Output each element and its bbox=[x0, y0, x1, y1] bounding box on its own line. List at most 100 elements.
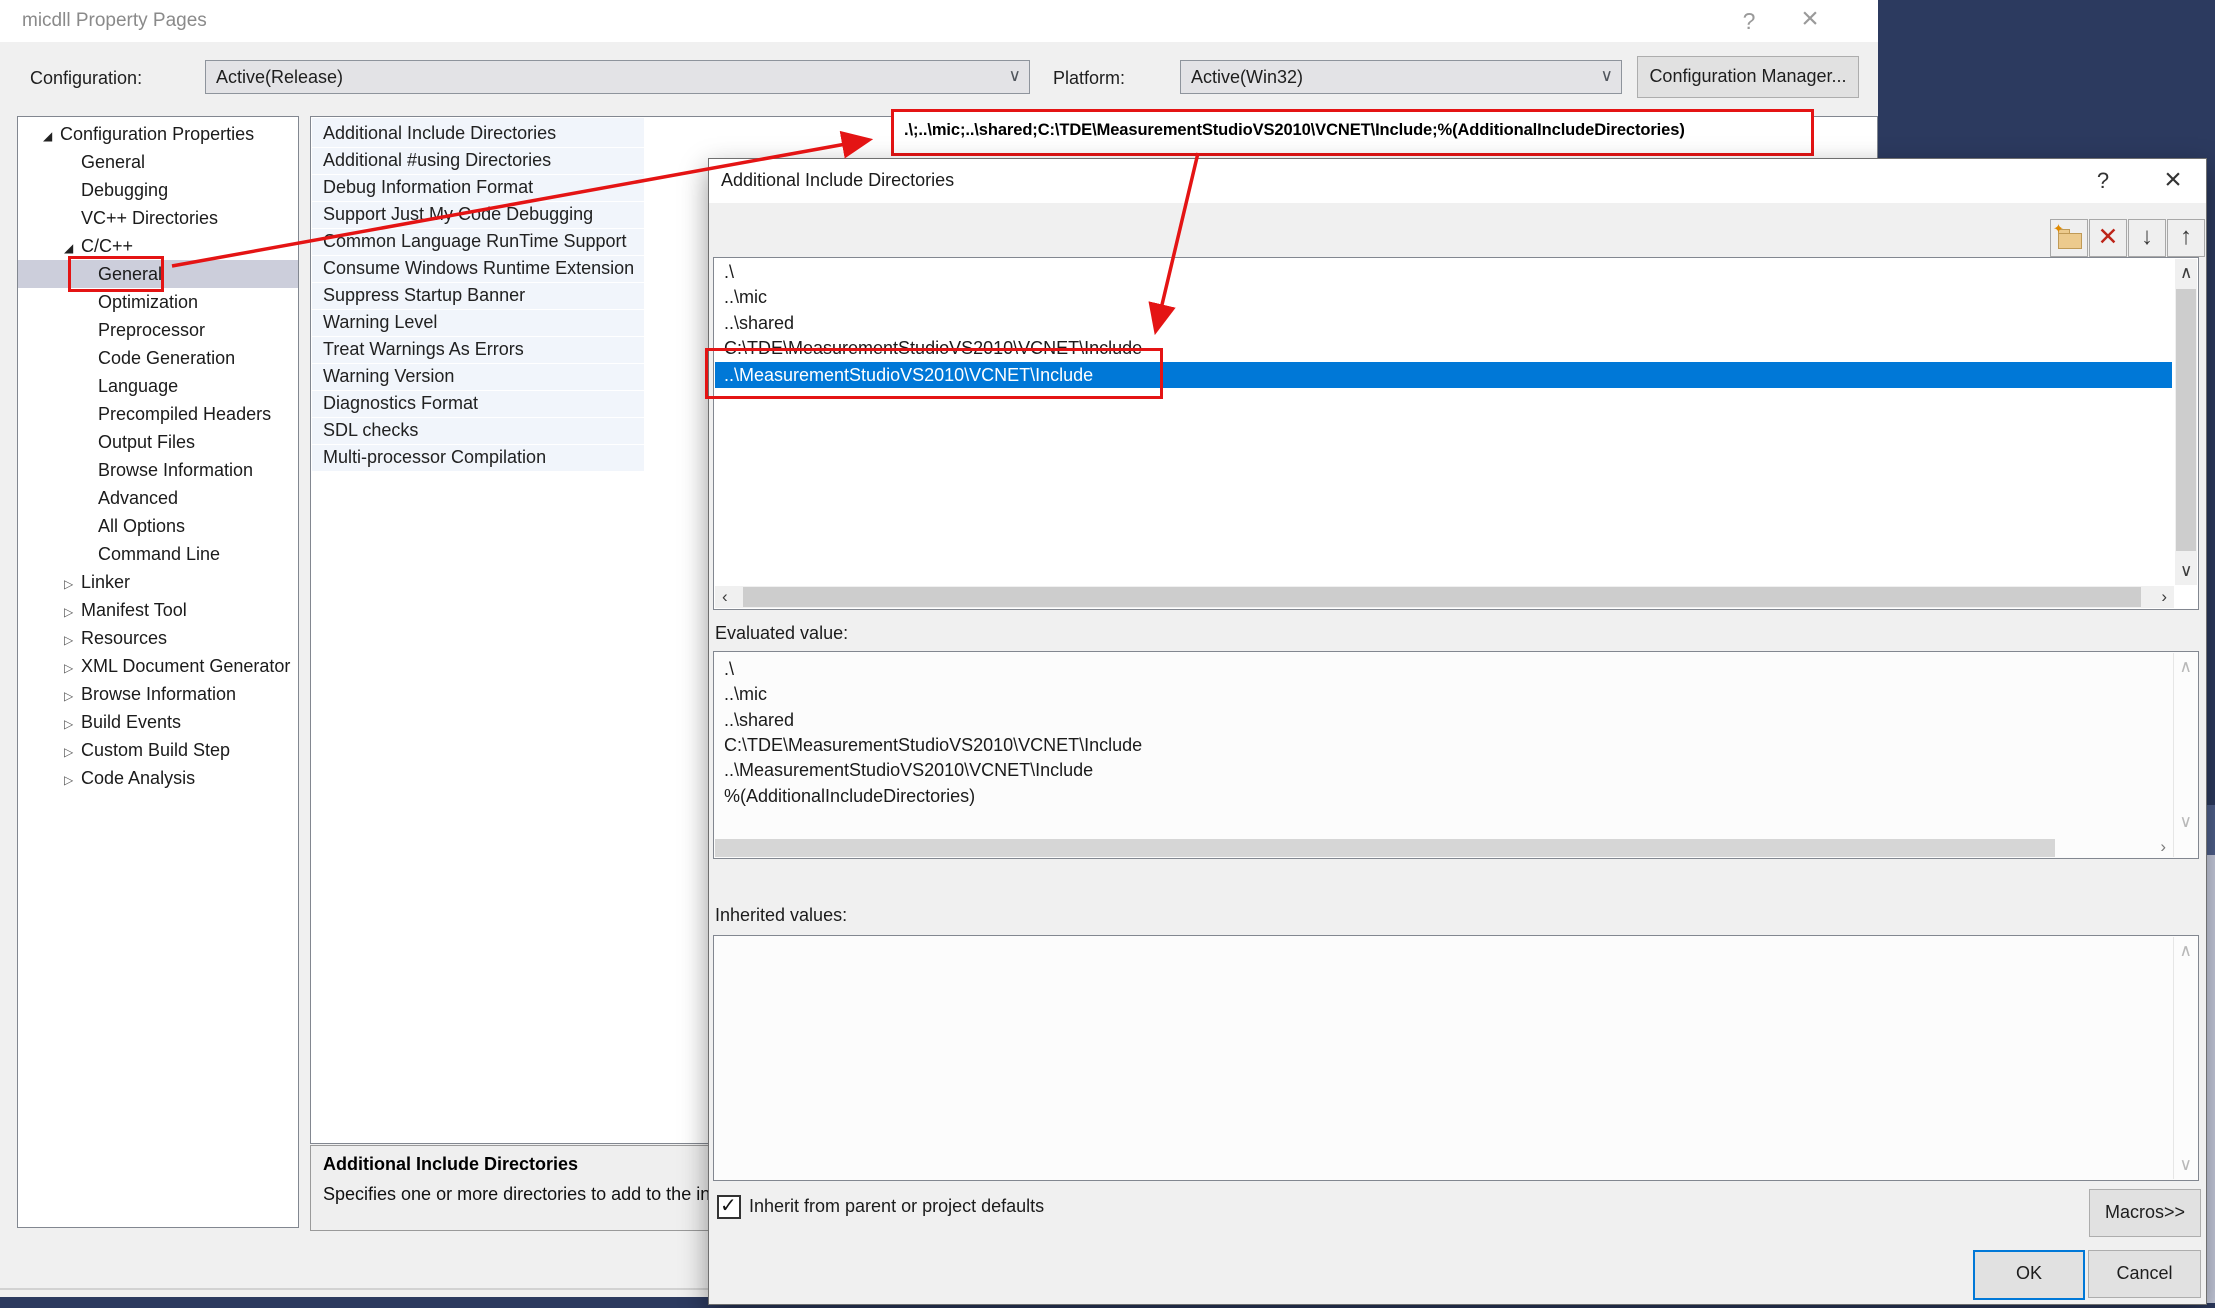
tree-item-general[interactable]: General bbox=[18, 148, 298, 176]
tree-expander-icon[interactable]: ◢ bbox=[64, 234, 81, 262]
scroll-down-icon[interactable]: ∨ bbox=[2180, 561, 2192, 581]
tree-item-xml-document-generator[interactable]: ▷XML Document Generator bbox=[18, 652, 298, 680]
close-icon[interactable]: × bbox=[1792, 2, 1828, 38]
list-item-selected[interactable]: ..\MeasurementStudioVS2010\VCNET\Include bbox=[715, 362, 2172, 388]
configuration-dropdown[interactable]: Active(Release) ∨ bbox=[205, 60, 1030, 94]
window-title: micdll Property Pages bbox=[22, 10, 207, 32]
platform-dropdown[interactable]: Active(Win32) ∨ bbox=[1180, 60, 1622, 94]
tree-item-label: Configuration Properties bbox=[60, 124, 254, 144]
tree-item-configuration-properties[interactable]: ◢Configuration Properties bbox=[18, 120, 298, 148]
tree-item-output-files[interactable]: Output Files bbox=[18, 428, 298, 456]
tree-item-debugging[interactable]: Debugging bbox=[18, 176, 298, 204]
tree-item-label: Custom Build Step bbox=[81, 740, 230, 760]
move-up-icon: ↑ bbox=[2180, 223, 2192, 250]
list-item[interactable]: C:\TDE\MeasurementStudioVS2010\VCNET\Inc… bbox=[724, 336, 1142, 361]
tree-item-precompiled-headers[interactable]: Precompiled Headers bbox=[18, 400, 298, 428]
configuration-label: Configuration: bbox=[30, 68, 142, 89]
macros-button[interactable]: Macros>> bbox=[2089, 1189, 2201, 1237]
tree-item-linker[interactable]: ▷Linker bbox=[18, 568, 298, 596]
tree-item-optimization[interactable]: Optimization bbox=[18, 288, 298, 316]
property-row[interactable]: Additional Include Directories bbox=[312, 120, 952, 148]
dialog-titlebar[interactable]: Additional Include Directories ? × bbox=[709, 159, 2206, 203]
tree-expander-icon[interactable]: ▷ bbox=[64, 654, 81, 682]
sparkle-icon: ✦ bbox=[2053, 221, 2064, 237]
tree-expander-icon[interactable]: ▷ bbox=[64, 570, 81, 598]
tree-item-advanced[interactable]: Advanced bbox=[18, 484, 298, 512]
tree-expander-icon[interactable]: ▷ bbox=[64, 766, 81, 794]
ide-backdrop-scrollbar bbox=[2206, 855, 2215, 1303]
tree-item-code-analysis[interactable]: ▷Code Analysis bbox=[18, 764, 298, 792]
tree-expander-icon[interactable]: ▷ bbox=[64, 710, 81, 738]
tree-item-resources[interactable]: ▷Resources bbox=[18, 624, 298, 652]
tree-item-browse-information[interactable]: Browse Information bbox=[18, 456, 298, 484]
window-titlebar[interactable]: micdll Property Pages ? × bbox=[0, 0, 1878, 42]
help-icon[interactable]: ? bbox=[1733, 5, 1765, 37]
property-name: Treat Warnings As Errors bbox=[323, 339, 524, 360]
tree-item-code-generation[interactable]: Code Generation bbox=[18, 344, 298, 372]
tree-item-custom-build-step[interactable]: ▷Custom Build Step bbox=[18, 736, 298, 764]
property-name: Diagnostics Format bbox=[323, 393, 478, 414]
ok-button[interactable]: OK bbox=[1973, 1250, 2085, 1300]
close-icon[interactable]: × bbox=[2155, 162, 2191, 200]
evaluated-line: %(AdditionalIncludeDirectories) bbox=[724, 784, 975, 809]
scroll-right-icon[interactable]: › bbox=[2161, 587, 2167, 607]
tree-expander-icon[interactable]: ◢ bbox=[43, 122, 60, 150]
tree-item-general[interactable]: General bbox=[18, 260, 298, 288]
move-down-button[interactable]: ↓ bbox=[2128, 219, 2166, 257]
list-item[interactable]: ..\mic bbox=[724, 285, 767, 310]
evaluated-line: ..\MeasurementStudioVS2010\VCNET\Include bbox=[724, 758, 1093, 783]
tree-item-preprocessor[interactable]: Preprocessor bbox=[18, 316, 298, 344]
tree-item-label: Advanced bbox=[98, 488, 178, 508]
evaluated-line: C:\TDE\MeasurementStudioVS2010\VCNET\Inc… bbox=[724, 733, 1142, 758]
additional-include-directories-dialog: Additional Include Directories ? × ✦ ✕ ↓… bbox=[708, 158, 2207, 1305]
list-item[interactable]: ..\shared bbox=[724, 311, 794, 336]
property-name: Warning Version bbox=[323, 366, 454, 387]
tree-expander-icon[interactable]: ▷ bbox=[64, 598, 81, 626]
scroll-up-icon: ∧ bbox=[2180, 657, 2192, 677]
tree-expander-icon[interactable]: ▷ bbox=[64, 682, 81, 710]
property-name: Additional #using Directories bbox=[323, 150, 551, 171]
scroll-up-icon[interactable]: ∧ bbox=[2180, 263, 2192, 283]
property-name: Multi-processor Compilation bbox=[323, 447, 546, 468]
scroll-left-icon[interactable]: ‹ bbox=[722, 587, 728, 607]
tree-item-build-events[interactable]: ▷Build Events bbox=[18, 708, 298, 736]
tree-item-label: Code Analysis bbox=[81, 768, 195, 788]
tree-item-label: Resources bbox=[81, 628, 167, 648]
list-item[interactable]: .\ bbox=[724, 260, 734, 285]
platform-value: Active(Win32) bbox=[1191, 67, 1303, 88]
scroll-down-icon: ∨ bbox=[2180, 812, 2192, 832]
configuration-value: Active(Release) bbox=[216, 67, 343, 88]
tree-item-c-c-[interactable]: ◢C/C++ bbox=[18, 232, 298, 260]
configuration-manager-button[interactable]: Configuration Manager... bbox=[1637, 56, 1859, 98]
move-up-button[interactable]: ↑ bbox=[2167, 219, 2205, 257]
tree-expander-icon[interactable]: ▷ bbox=[64, 626, 81, 654]
vertical-scrollbar[interactable]: ∧ ∨ bbox=[2175, 259, 2197, 585]
help-icon[interactable]: ? bbox=[2087, 165, 2119, 197]
ide-backdrop-band bbox=[2206, 805, 2215, 855]
tree-item-language[interactable]: Language bbox=[18, 372, 298, 400]
directories-list[interactable]: .\..\mic..\sharedC:\TDE\MeasurementStudi… bbox=[713, 257, 2199, 610]
horizontal-scrollbar[interactable]: ‹ › bbox=[715, 586, 2174, 608]
scrollbar-thumb[interactable] bbox=[743, 587, 2141, 607]
tree-item-label: Language bbox=[98, 376, 178, 396]
additional-include-directories-value[interactable]: .\;..\mic;..\shared;C:\TDE\MeasurementSt… bbox=[891, 109, 1814, 156]
tree-item-label: Browse Information bbox=[81, 684, 236, 704]
scrollbar-thumb[interactable] bbox=[2176, 289, 2196, 551]
tree-item-label: Debugging bbox=[81, 180, 168, 200]
property-name: Common Language RunTime Support bbox=[323, 231, 627, 252]
delete-line-button[interactable]: ✕ bbox=[2089, 219, 2127, 257]
tree-item-command-line[interactable]: Command Line bbox=[18, 540, 298, 568]
tree-expander-icon[interactable]: ▷ bbox=[64, 738, 81, 766]
new-line-button[interactable]: ✦ bbox=[2050, 219, 2088, 257]
inherit-checkbox[interactable]: ✓ bbox=[717, 1195, 741, 1219]
chevron-down-icon: ∨ bbox=[1009, 66, 1021, 86]
tree-item-label: Optimization bbox=[98, 292, 198, 312]
tree-item-vc-directories[interactable]: VC++ Directories bbox=[18, 204, 298, 232]
cancel-button[interactable]: Cancel bbox=[2088, 1250, 2201, 1298]
tree-item-all-options[interactable]: All Options bbox=[18, 512, 298, 540]
tree-item-label: VC++ Directories bbox=[81, 208, 218, 228]
tree-item-label: XML Document Generator bbox=[81, 656, 290, 676]
property-description-text: Specifies one or more directories to add… bbox=[323, 1184, 710, 1205]
tree-item-manifest-tool[interactable]: ▷Manifest Tool bbox=[18, 596, 298, 624]
tree-item-browse-information[interactable]: ▷Browse Information bbox=[18, 680, 298, 708]
